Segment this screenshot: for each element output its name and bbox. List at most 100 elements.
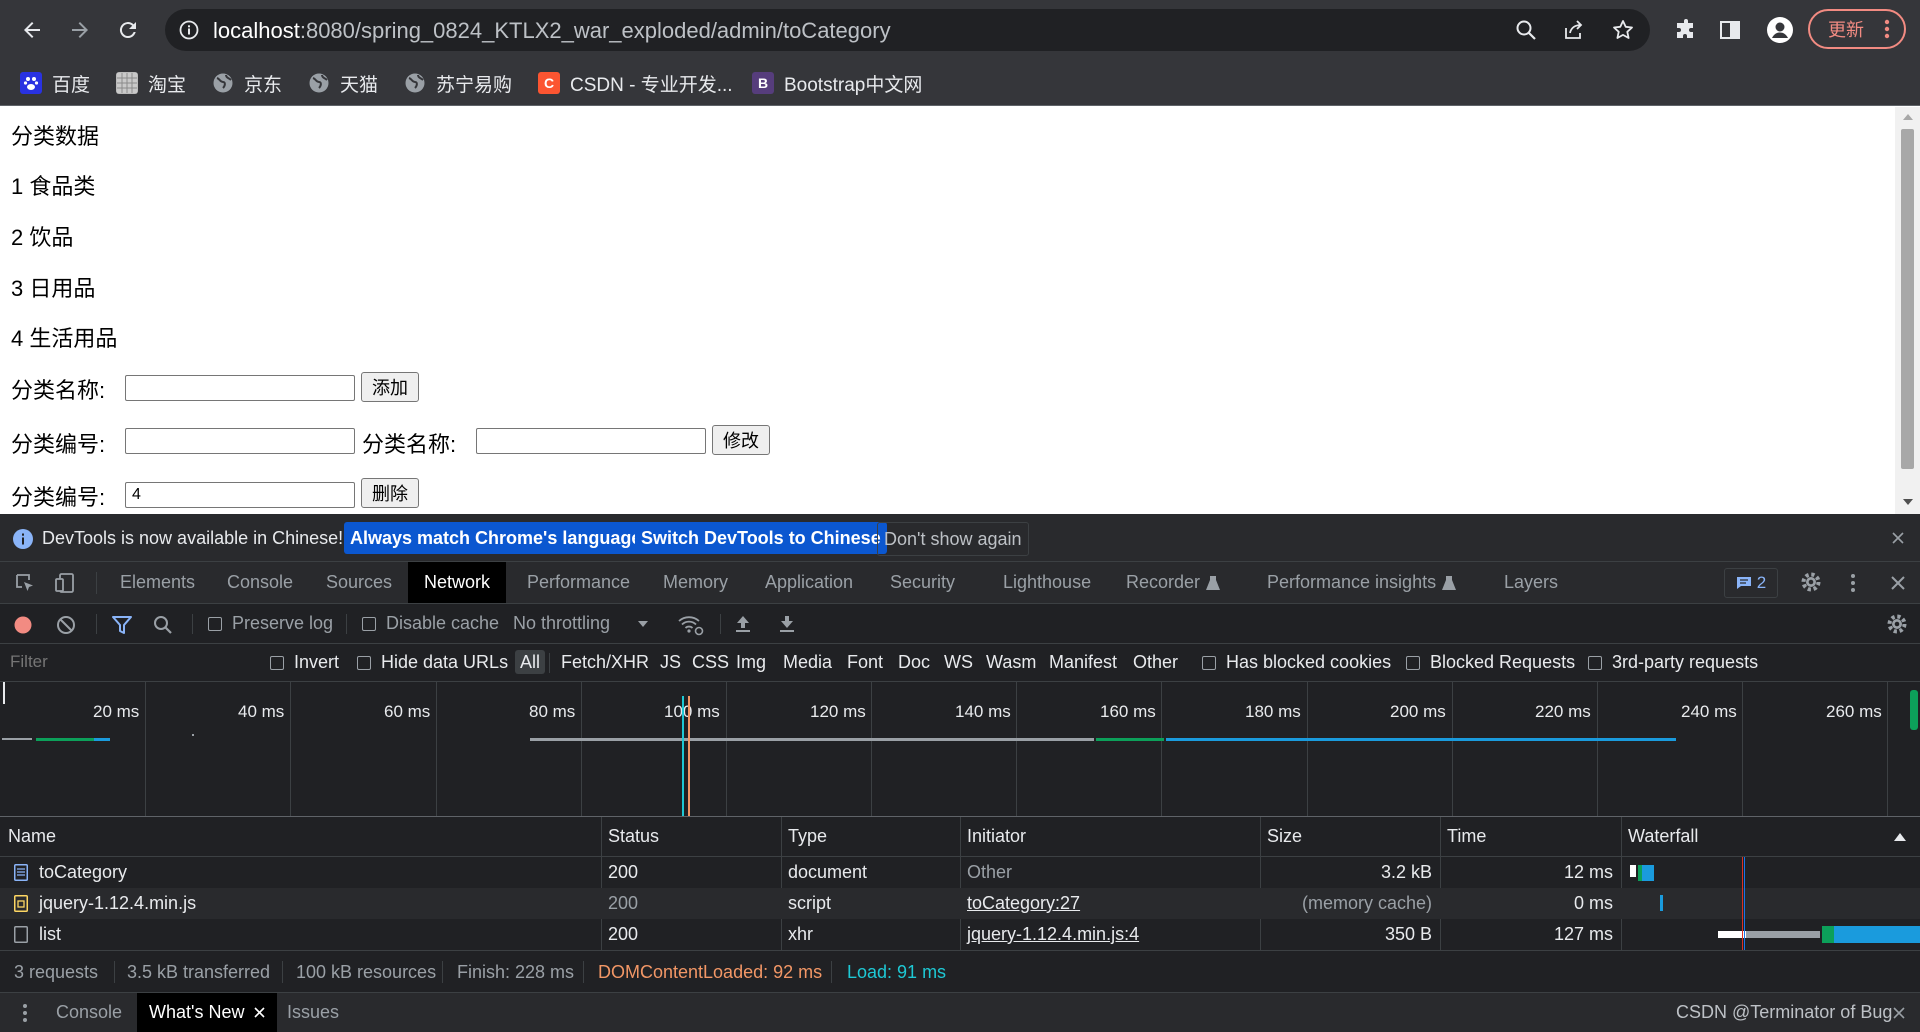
clear-icon[interactable] [56,615,76,635]
filter-type-wasm[interactable]: Wasm [986,644,1036,681]
tab-lighthouse[interactable]: Lighthouse [1003,562,1091,603]
preserve-log-checkbox[interactable]: Preserve log [208,604,333,643]
drawer-tab-issues[interactable]: Issues [287,993,339,1032]
network-overview-timeline[interactable]: 20 ms 40 ms 60 ms 80 ms 100 ms 120 ms 14… [0,682,1920,817]
always-match-language-button[interactable]: Always match Chrome's language [344,522,648,554]
disable-cache-checkbox[interactable]: Disable cache [362,604,499,643]
column-status[interactable]: Status [608,817,659,856]
bookmark-suning[interactable]: 苏宁易购 [404,68,512,98]
add-button[interactable]: 添加 [361,372,419,402]
update-button[interactable]: 更新 [1808,9,1906,49]
filter-input[interactable] [0,646,250,678]
throttling-select[interactable]: No throttling [513,604,649,643]
edit-button[interactable]: 修改 [712,425,770,455]
add-name-input[interactable] [125,375,355,401]
filter-type-fetch-xhr[interactable]: Fetch/XHR [561,644,649,681]
bookmark-bootstrap[interactable]: B Bootstrap中文网 [752,68,922,98]
issues-counter[interactable]: 2 [1724,568,1778,598]
column-size[interactable]: Size [1267,817,1302,856]
table-row[interactable]: list 200 xhr jquery-1.12.4.min.js:4 350 … [0,919,1920,950]
edit-id-input[interactable] [125,428,355,454]
drawer-menu-icon[interactable] [22,1002,28,1024]
third-party-checkbox[interactable]: 3rd-party requests [1588,644,1758,681]
reload-icon[interactable] [112,14,144,46]
overview-scrollbar[interactable] [1908,682,1920,816]
filter-type-img[interactable]: Img [736,644,766,681]
bookmark-jd[interactable]: 京东 [212,68,282,98]
bookmark-tmall[interactable]: 天猫 [308,68,378,98]
tab-memory[interactable]: Memory [663,562,728,603]
filter-type-js[interactable]: JS [660,644,681,681]
info-icon[interactable] [179,20,199,40]
close-tab-icon[interactable] [254,1007,266,1018]
page-scrollbar[interactable] [1895,107,1920,514]
address-bar[interactable]: localhost:8080/spring_0824_KTLX2_war_exp… [165,9,1650,51]
tab-sources[interactable]: Sources [326,562,392,603]
switch-to-chinese-button[interactable]: Switch DevTools to Chinese [635,522,887,554]
request-initiator-link[interactable]: toCategory:27 [967,888,1080,919]
blocked-requests-checkbox[interactable]: Blocked Requests [1406,644,1575,681]
share-icon[interactable] [1563,19,1585,41]
filter-type-other[interactable]: Other [1133,644,1178,681]
network-conditions-wifi-icon[interactable] [678,614,704,636]
tab-security[interactable]: Security [890,562,955,603]
filter-type-media[interactable]: Media [783,644,832,681]
column-initiator[interactable]: Initiator [967,817,1026,856]
hide-data-urls-checkbox[interactable]: Hide data URLs [357,644,508,681]
network-settings-gear-icon[interactable] [1886,613,1908,635]
extensions-puzzle-icon[interactable] [1670,14,1702,46]
zoom-search-icon[interactable] [1515,19,1537,41]
has-blocked-cookies-checkbox[interactable]: Has blocked cookies [1202,644,1391,681]
column-time[interactable]: Time [1447,817,1486,856]
filter-type-ws[interactable]: WS [944,644,973,681]
tab-elements[interactable]: Elements [120,562,195,603]
side-panel-icon[interactable] [1714,14,1746,46]
scroll-up-icon[interactable] [1903,113,1913,121]
bookmark-taobao[interactable]: 淘宝 [116,68,186,98]
close-infobar-icon[interactable] [1892,532,1904,544]
bookmark-baidu[interactable]: 百度 [20,68,90,98]
table-row[interactable]: toCategory 200 document Other 3.2 kB 12 … [0,857,1920,888]
profile-avatar-icon[interactable] [1764,14,1796,46]
filter-funnel-icon[interactable] [112,615,132,635]
inspect-element-icon[interactable] [14,572,36,594]
tab-performance-insights[interactable]: Performance insights [1267,562,1457,603]
close-drawer-icon[interactable] [1893,1007,1905,1019]
table-row[interactable]: jquery-1.12.4.min.js 200 script toCatego… [0,888,1920,919]
filter-type-all[interactable]: All [515,650,546,674]
tab-console[interactable]: Console [227,562,293,603]
column-waterfall[interactable]: Waterfall [1628,817,1698,856]
tab-network[interactable]: Network [408,562,507,603]
more-options-icon[interactable] [1850,572,1856,594]
scroll-down-icon[interactable] [1903,498,1913,506]
delete-button[interactable]: 删除 [361,478,419,508]
star-icon[interactable] [1611,18,1635,42]
back-arrow-icon[interactable] [16,14,48,46]
import-har-upload-icon[interactable] [734,614,752,634]
page-scroll-thumb[interactable] [1901,129,1914,469]
record-icon[interactable] [14,616,32,634]
bookmark-csdn[interactable]: C CSDN - 专业开发... [538,68,733,98]
search-icon[interactable] [153,615,173,635]
device-toolbar-icon[interactable] [54,572,76,594]
filter-type-doc[interactable]: Doc [898,644,930,681]
export-har-download-icon[interactable] [778,614,796,634]
invert-checkbox[interactable]: Invert [270,644,339,681]
sort-ascending-icon[interactable] [1894,832,1906,842]
tab-layers[interactable]: Layers [1504,562,1558,603]
tab-performance[interactable]: Performance [527,562,630,603]
drawer-tab-whats-new[interactable]: What's New [137,993,278,1032]
tab-recorder[interactable]: Recorder [1126,562,1221,603]
overview-scroll-thumb[interactable] [1910,690,1918,730]
dont-show-again-button[interactable]: Don't show again [877,522,1029,556]
delete-id-input[interactable] [125,482,355,508]
forward-arrow-icon[interactable] [64,14,96,46]
request-initiator-link[interactable]: jquery-1.12.4.min.js:4 [967,919,1139,950]
close-devtools-icon[interactable] [1890,575,1906,591]
tab-application[interactable]: Application [765,562,853,603]
filter-type-manifest[interactable]: Manifest [1049,644,1117,681]
filter-type-css[interactable]: CSS [692,644,729,681]
edit-name-input[interactable] [476,428,706,454]
settings-gear-icon[interactable] [1800,571,1822,593]
filter-type-font[interactable]: Font [847,644,883,681]
